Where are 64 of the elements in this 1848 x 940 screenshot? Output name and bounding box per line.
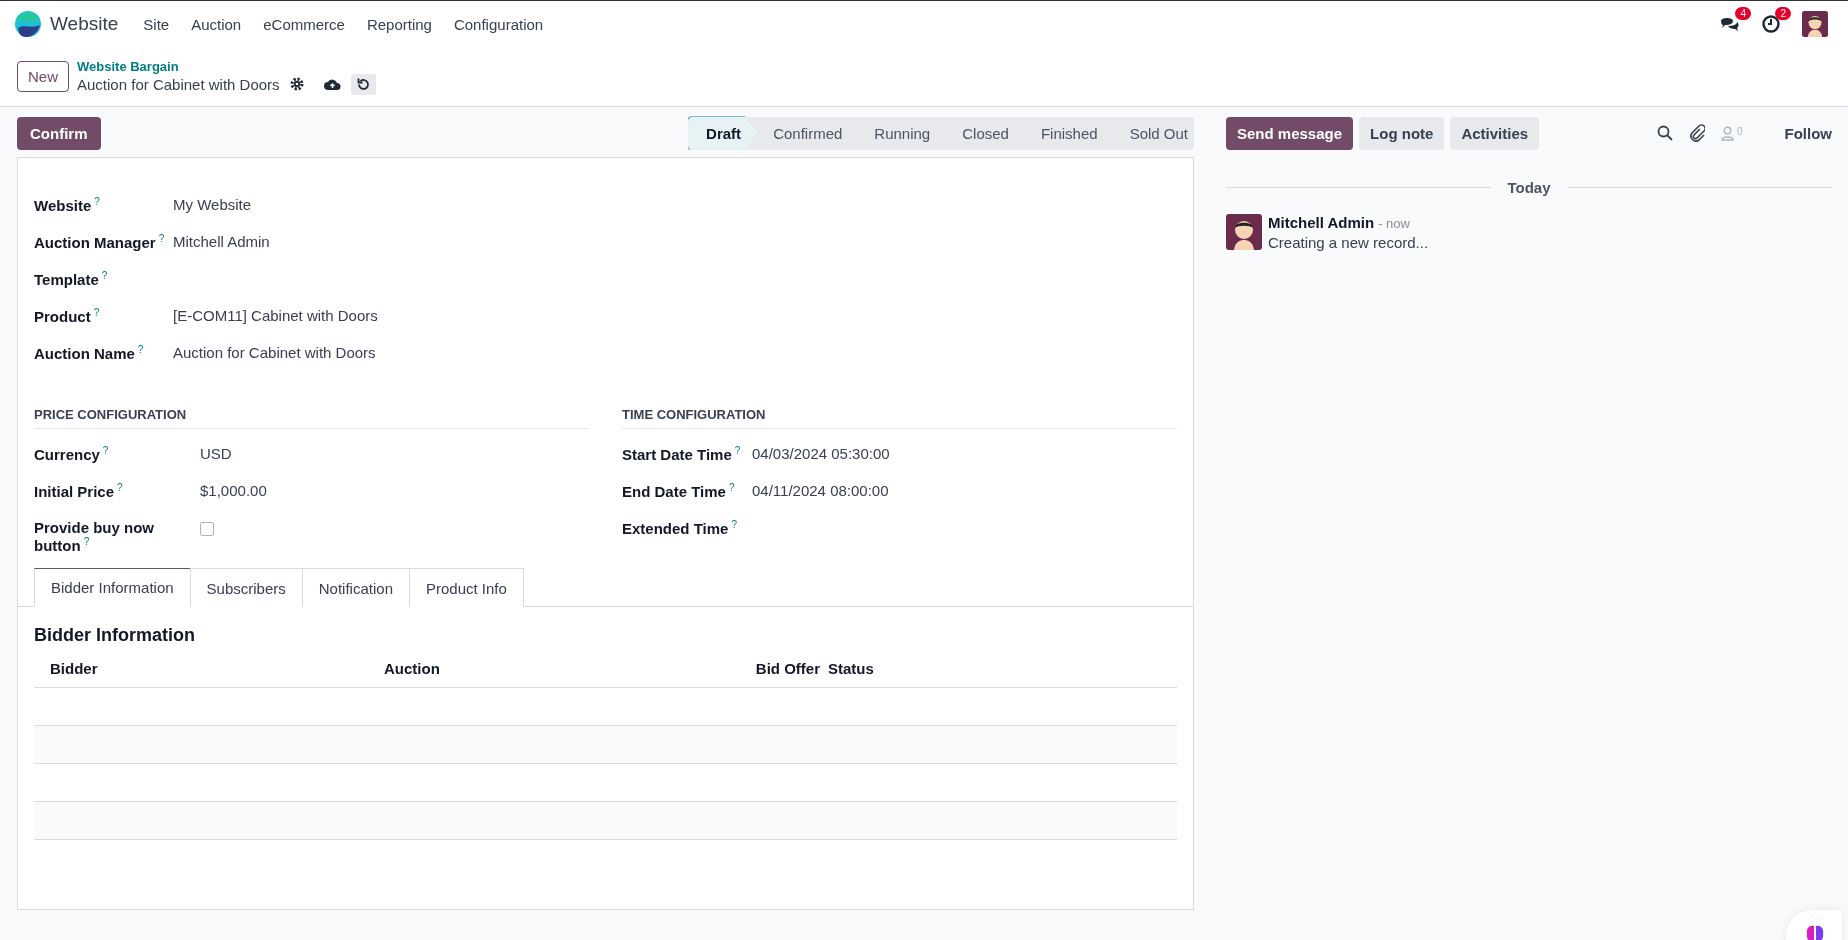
field-value[interactable]: $1,000.00: [200, 482, 267, 499]
notification-badge: 2: [1775, 7, 1791, 20]
field-label: End Date Time $^{?}$: [622, 482, 736, 500]
field-value[interactable]: My Website: [173, 196, 252, 213]
field-value[interactable]: 04/03/2024 05:30:00: [752, 445, 890, 462]
paperclip-icon[interactable]: [1688, 124, 1705, 142]
notebook-tab[interactable]: Notification: [301, 568, 410, 607]
chatter-button[interactable]: Log note: [1359, 116, 1445, 150]
field-label: Website $^{?}$: [34, 196, 101, 214]
status-stage[interactable]: Draft: [688, 116, 758, 150]
menu-item[interactable]: Configuration: [442, 15, 555, 33]
column-header[interactable]: Auction: [384, 660, 736, 677]
follow-button[interactable]: Follow: [1784, 124, 1832, 142]
field-label: Provide buy now button $^{?}$: [34, 519, 155, 554]
chatter-button[interactable]: Activities: [1450, 116, 1540, 150]
menu-item[interactable]: Auction: [180, 15, 253, 33]
record-title: Auction for Cabinet with Doors: [77, 75, 280, 93]
author-avatar: [1226, 214, 1262, 250]
column-header[interactable]: Bidder: [50, 660, 384, 677]
follower-count: 0: [1736, 125, 1743, 137]
field-label: Auction Name $^{?}$: [34, 344, 145, 362]
column-header[interactable]: Bid Offer: [736, 660, 828, 677]
clock-icon[interactable]: [1762, 15, 1780, 33]
field-label: Currency $^{?}$: [34, 445, 110, 463]
section-title: Bidder Information: [34, 625, 196, 646]
app-name[interactable]: Website: [50, 13, 119, 35]
search-icon[interactable]: [1656, 125, 1673, 141]
cloud-upload-icon[interactable]: [323, 77, 341, 91]
menu-item[interactable]: eCommerce: [252, 15, 356, 33]
field-label: Product $^{?}$: [34, 307, 101, 325]
discard-button[interactable]: [350, 73, 376, 95]
field-label: Start Date Time $^{?}$: [622, 445, 742, 463]
notebook-tab[interactable]: Subscribers: [189, 568, 303, 607]
user-avatar: [1802, 11, 1828, 37]
field-value[interactable]: [E-COM11] Cabinet with Doors: [173, 307, 378, 324]
column-header[interactable]: Status: [828, 660, 1161, 677]
field-value[interactable]: 04/11/2024 08:00:00: [752, 482, 889, 499]
assistant-button[interactable]: [1786, 910, 1842, 940]
undo-icon: [355, 76, 371, 92]
notebook-tab[interactable]: Bidder Information: [34, 568, 191, 607]
breadcrumb-link[interactable]: Website Bargain: [77, 58, 376, 74]
field-label: Auction Manager $^{?}$: [34, 233, 166, 251]
app-logo-icon[interactable]: [14, 10, 42, 38]
group-heading: TIME CONFIGURATION: [622, 407, 1177, 429]
checkbox[interactable]: [200, 522, 214, 536]
message-body: Creating a new record...: [1268, 234, 1429, 251]
field-label: Initial Price $^{?}$: [34, 482, 124, 500]
menu-item[interactable]: Site: [132, 15, 181, 33]
date-separator: Today: [1507, 179, 1551, 196]
notification-badge: 4: [1735, 7, 1751, 20]
field-value[interactable]: Mitchell Admin: [173, 233, 270, 250]
field-label: Extended Time $^{?}$: [622, 519, 738, 537]
field-value[interactable]: Auction for Cabinet with Doors: [173, 344, 376, 361]
field-value[interactable]: USD: [200, 445, 232, 462]
message-time: - now: [1378, 216, 1410, 231]
confirm-button[interactable]: Confirm: [17, 116, 101, 150]
chat-icon[interactable]: [1720, 15, 1740, 33]
group-heading: PRICE CONFIGURATION: [34, 407, 589, 429]
message-author[interactable]: Mitchell Admin: [1268, 214, 1375, 231]
new-button[interactable]: New: [17, 61, 69, 92]
notebook-tab[interactable]: Product Info: [409, 568, 524, 607]
chatter-button[interactable]: Send message: [1226, 116, 1354, 150]
menu-item[interactable]: Reporting: [355, 15, 443, 33]
field-label: Template $^{?}$: [34, 270, 109, 288]
